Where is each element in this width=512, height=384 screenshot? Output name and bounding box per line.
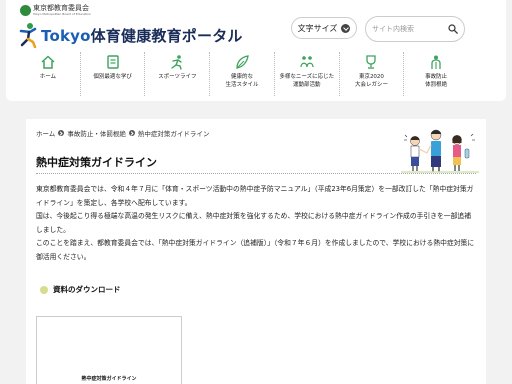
site-title: Tokyo体育健康教育ポータル — [41, 26, 243, 45]
intro-paragraph: 東京都教育委員会では、令和４年７月に「体育・スポーツ活動中の熱中症予防マニュアル… — [36, 185, 474, 207]
home-icon — [41, 55, 55, 69]
tokyo-emblem-icon — [20, 5, 31, 16]
chevron-right-icon — [58, 130, 65, 136]
document-thumbnail-title: 熱中症対策ガイドライン — [81, 376, 137, 382]
nav-label: 事故防止 体罰根絶 — [425, 74, 448, 88]
nav-label: 多様なニーズに応じた 運動部活動 — [279, 74, 335, 88]
page-title: 熱中症対策ガイドライン — [36, 156, 157, 169]
title-divider — [36, 173, 476, 174]
portal-figure-icon — [19, 23, 37, 48]
nav-item-learning[interactable]: 個別最適な学び — [81, 52, 146, 96]
accident-prevention-icon — [431, 55, 441, 69]
nav-item-accident-prevention[interactable]: 事故防止 体罰根絶 — [404, 52, 468, 96]
nav-item-legacy[interactable]: 東京2020 大会レガシー — [340, 52, 405, 96]
board-name: 東京都教育委員会 — [33, 4, 89, 12]
nav-item-sports[interactable]: スポーツライフ — [145, 52, 211, 96]
search-input[interactable] — [372, 25, 442, 33]
bullet-dot-icon — [40, 285, 48, 294]
chevron-right-icon — [128, 130, 135, 136]
nav-label: ホーム — [39, 74, 57, 80]
intro-paragraph: このことを踏まえ、都教育委員会では、「熱中症対策ガイドライン（追補版）」（令和７… — [36, 239, 475, 261]
font-size-button[interactable]: 文字サイズ — [291, 17, 357, 39]
intro-text: 東京都教育委員会では、令和４年７月に「体育・スポーツ活動中の熱中症予防マニュアル… — [36, 183, 476, 264]
breadcrumb: ホーム 事故防止・体罰根絶 熱中症対策ガイドライン — [36, 128, 209, 138]
search-icon[interactable] — [448, 24, 458, 34]
chevron-down-icon — [341, 23, 351, 33]
site-logo[interactable]: Tokyo体育健康教育ポータル — [18, 22, 243, 48]
nav-item-healthy-lifestyle[interactable]: 健康的な 生活スタイル — [210, 52, 275, 96]
nav-item-home[interactable]: ホーム — [16, 52, 81, 96]
board-name-en: Tokyo Metropolitan Board of Education — [33, 12, 91, 16]
download-heading: 資料のダウンロード — [53, 285, 121, 294]
club-activity-icon — [300, 56, 314, 68]
document-thumbnail[interactable]: 熱中症対策ガイドライン — [36, 316, 182, 384]
nav-label: スポーツライフ — [158, 74, 197, 80]
nav-label: 健康的な 生活スタイル — [225, 74, 259, 88]
main-nav: ホーム 個別最適な学び スポーツライフ 健康的な 生活スタイル 多様なニーズに応… — [16, 52, 468, 96]
intro-paragraph: 国は、今後起こり得る極端な高温の発生リスクに備え、熱中症対策を強化するため、学校… — [36, 212, 471, 234]
sports-icon — [171, 55, 182, 70]
font-size-label: 文字サイズ — [297, 23, 338, 33]
content-card: ホーム 事故防止・体罰根絶 熱中症対策ガイドライン 熱中症対策ガイドライン 東京… — [26, 119, 486, 384]
nav-item-club-activity[interactable]: 多様なニーズに応じた 運動部活動 — [275, 52, 340, 96]
legacy-icon — [366, 55, 377, 69]
breadcrumb-accident-prevention[interactable]: 事故防止・体罰根絶 — [67, 128, 126, 138]
healthy-lifestyle-icon — [236, 55, 249, 69]
breadcrumb-home[interactable]: ホーム — [36, 128, 55, 138]
breadcrumb-current: 熱中症対策ガイドライン — [137, 130, 210, 138]
download-section-heading: 資料のダウンロード — [40, 284, 121, 295]
search-box — [365, 16, 465, 42]
nav-label: 個別最適な学び — [93, 74, 132, 80]
learning-icon — [106, 55, 119, 69]
nav-label: 東京2020 大会レガシー — [354, 74, 388, 88]
site-header: 東京都教育委員会 Tokyo Metropolitan Board of Edu… — [6, 0, 506, 101]
students-illustration — [401, 129, 479, 173]
